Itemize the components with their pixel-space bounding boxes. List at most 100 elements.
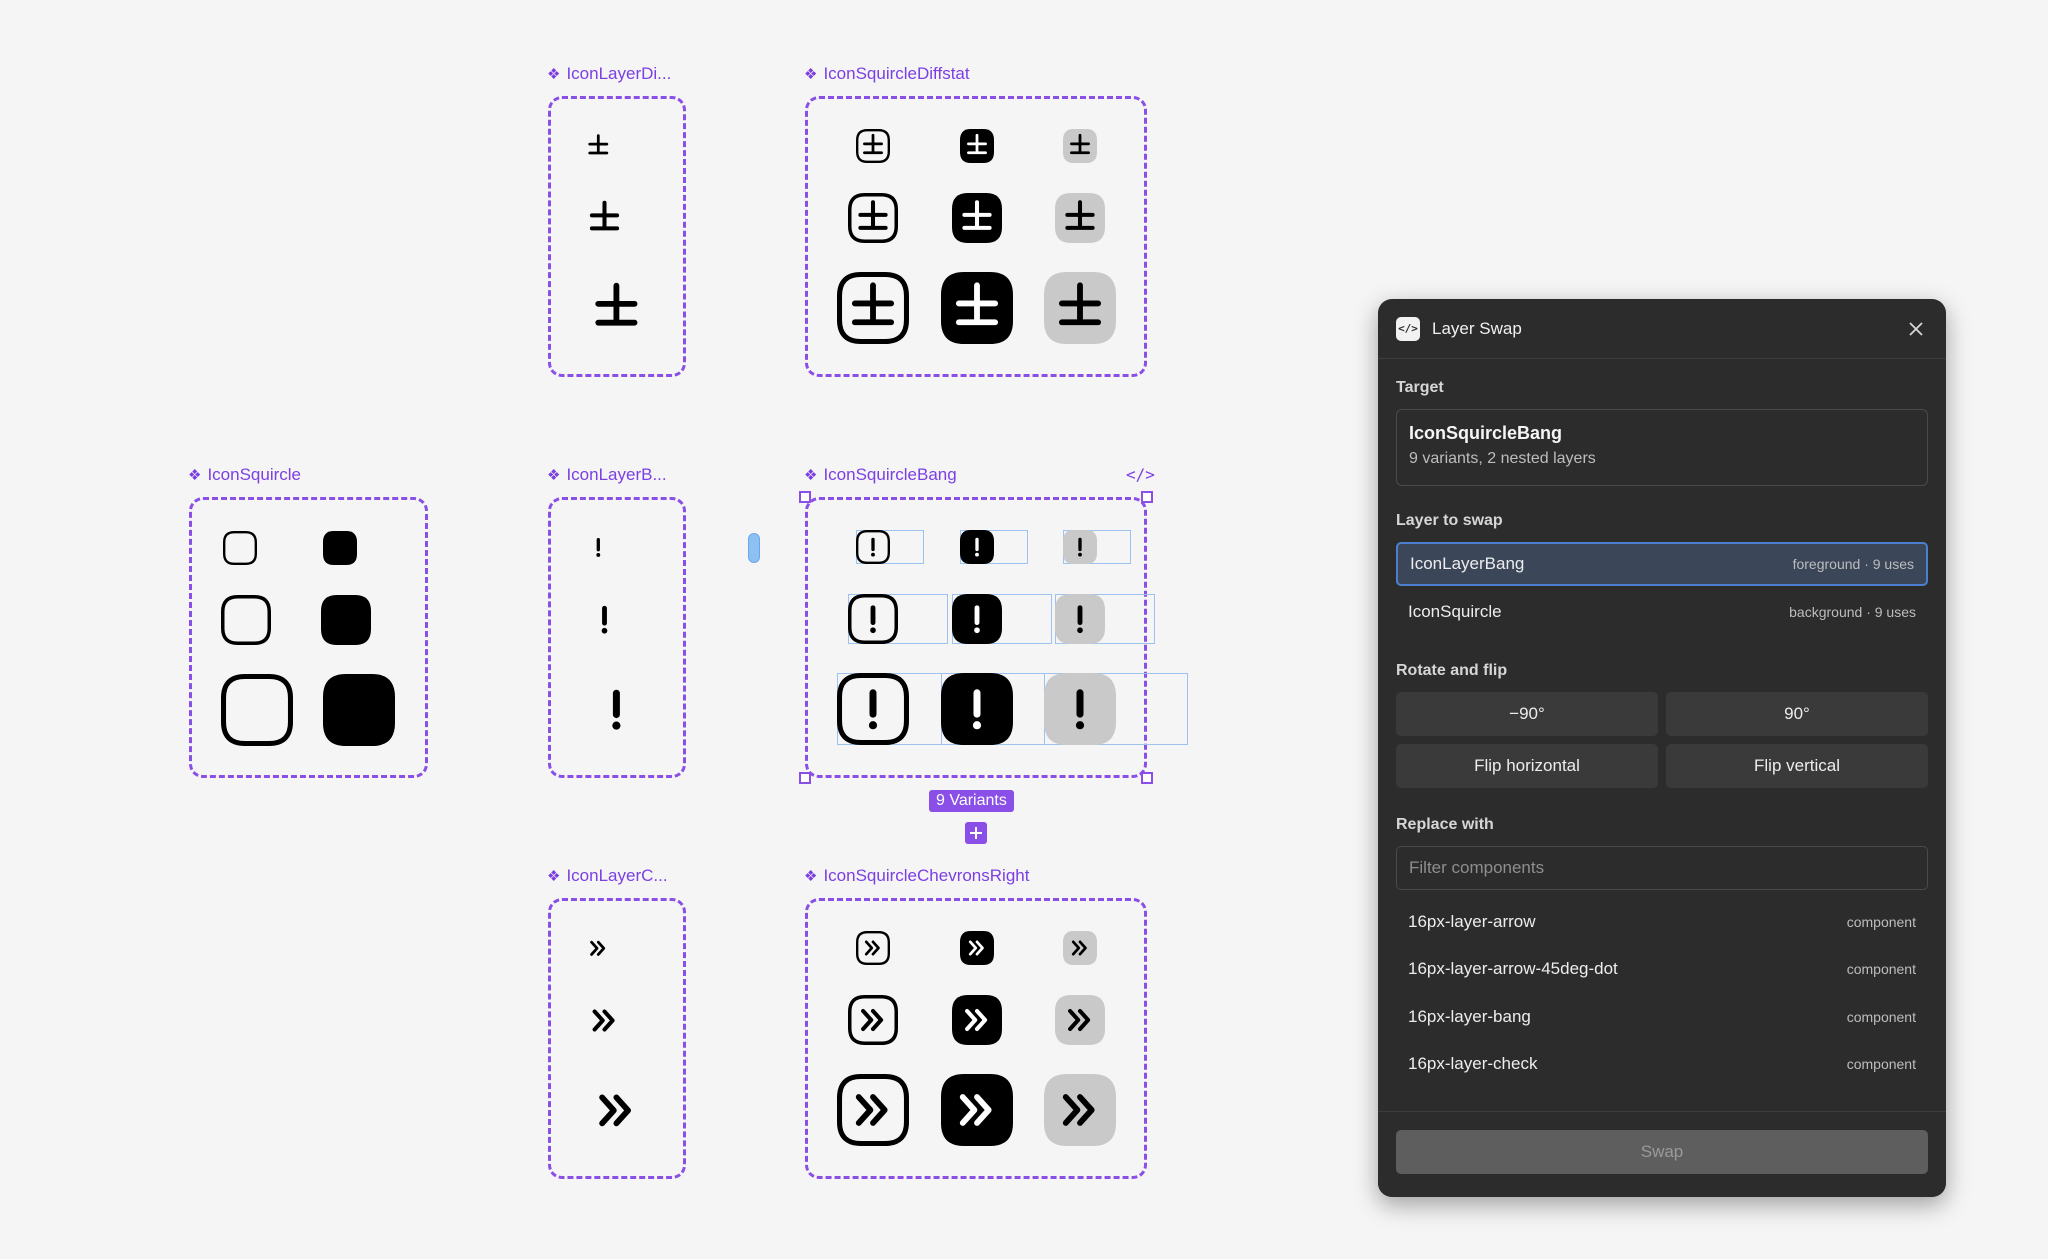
chevrons-right-icon [941,1074,1013,1146]
variants-count-badge: 9 Variants [929,790,1014,812]
layer-option-iconsquircle[interactable]: IconSquircle background · 9 uses [1396,590,1928,634]
component-set-icon: ❖ [547,867,561,885]
layer-section-label: Layer to swap [1396,512,1503,529]
chevrons-right-icon [960,931,994,965]
set-label-squircle-chevrons[interactable]: ❖ IconSquircleChevronsRight [804,866,1029,886]
plus-minus-icon [960,129,994,163]
exclamation-icon [596,537,600,557]
resize-handle-bottom-left[interactable] [799,772,811,784]
chevrons-right-icon [1055,995,1105,1045]
exclamation-icon [601,605,607,634]
resize-handle-top-right[interactable] [1141,491,1153,503]
chevrons-right-icon [592,1008,615,1032]
layer-swap-panel: </> Layer Swap Target IconSquircleBang 9… [1378,299,1946,1197]
plus-minus-icon [1063,129,1097,163]
plus-icon [970,827,982,839]
squircle-solid-icon [323,531,357,565]
component-set-icon: ❖ [188,466,202,484]
component-set-icon: ❖ [804,466,818,484]
squircle-outline-icon [223,531,257,565]
component-set-icon: ❖ [804,65,818,83]
code-view-icon[interactable]: </> [1126,465,1155,484]
drag-cursor-indicator [748,533,760,563]
exclamation-icon [941,673,1013,745]
component-item[interactable]: 16px-layer-arrow-45deg-dot component [1378,946,1946,994]
component-set-icon: ❖ [547,65,561,83]
exclamation-icon [952,594,1002,644]
rotate-minus-90-button[interactable]: −90° [1396,692,1658,736]
chevrons-right-icon [598,1094,631,1126]
plus-minus-icon [941,272,1013,344]
component-item[interactable]: 16px-layer-arrow component [1378,898,1946,946]
exclamation-icon [837,673,909,745]
component-kind: component [1846,913,1916,930]
code-plugin-icon: </> [1396,316,1420,341]
chevrons-right-icon [856,931,890,965]
close-icon [1909,321,1923,336]
exclamation-icon [856,530,890,564]
target-card: IconSquircleBang 9 variants, 2 nested la… [1396,409,1928,486]
component-kind: component [1846,961,1916,978]
squircle-solid-icon [321,595,371,645]
close-button[interactable] [1904,317,1928,341]
set-label-layer-diffstat[interactable]: ❖ IconLayerDi... [547,64,671,84]
swap-button[interactable]: Swap [1396,1130,1928,1174]
component-kind: component [1846,1008,1916,1025]
panel-title: Layer Swap [1432,318,1522,338]
squircle-solid-icon [323,674,395,746]
flip-vertical-button[interactable]: Flip vertical [1666,744,1928,788]
rotate-90-button[interactable]: 90° [1666,692,1928,736]
set-label-squircle-bang[interactable]: ❖ IconSquircleBang [804,465,957,485]
set-label-squircle-diffstat[interactable]: ❖ IconSquircleDiffstat [804,64,970,84]
target-section-label: Target [1396,379,1444,396]
component-list[interactable]: 16px-layer-arrow component 16px-layer-ar… [1378,898,1946,1096]
set-label-layer-chevrons[interactable]: ❖ IconLayerC... [547,866,668,886]
chevrons-right-icon [848,995,898,1045]
set-label-squircle[interactable]: ❖ IconSquircle [188,465,301,485]
chevrons-right-icon [589,940,605,956]
exclamation-icon [611,689,621,730]
component-kind: component [1846,1056,1916,1073]
add-variant-button[interactable] [965,822,987,844]
layer-option-name: IconLayerBang [1410,554,1525,573]
exclamation-icon [848,594,898,644]
resize-handle-bottom-right[interactable] [1141,772,1153,784]
layer-option-meta: background · 9 uses [1789,604,1916,620]
flip-horizontal-button[interactable]: Flip horizontal [1396,744,1658,788]
target-name: IconSquircleBang [1409,423,1563,443]
exclamation-icon [1055,594,1105,644]
squircle-outline-icon [221,674,293,746]
layer-option-iconlayerbang[interactable]: IconLayerBang foreground · 9 uses [1396,542,1928,586]
plus-minus-icon [848,193,898,243]
exclamation-icon [1063,530,1097,564]
component-item[interactable]: 16px-layer-check component [1378,1041,1946,1089]
plus-minus-icon [589,200,619,230]
target-summary: 9 variants, 2 nested layers [1409,450,1596,467]
squircle-outline-icon [221,595,271,645]
plus-minus-icon [1055,193,1105,243]
chevrons-right-icon [837,1074,909,1146]
component-name: 16px-layer-bang [1408,1006,1531,1026]
replace-section-label: Replace with [1396,816,1494,833]
plus-minus-icon [588,133,608,155]
filter-components-input[interactable] [1396,846,1928,890]
chevrons-right-icon [952,995,1002,1045]
layer-option-name: IconSquircle [1408,602,1502,621]
plus-minus-icon [594,282,638,326]
exclamation-icon [960,530,994,564]
chevrons-right-icon [1063,931,1097,965]
component-name: 16px-layer-arrow [1408,911,1536,931]
set-label-layer-bang[interactable]: ❖ IconLayerB... [547,465,667,485]
plus-minus-icon [1044,272,1116,344]
plus-minus-icon [952,193,1002,243]
component-item[interactable]: 16px-layer-bang component [1378,993,1946,1041]
plus-minus-icon [856,129,890,163]
component-set-icon: ❖ [804,867,818,885]
panel-header: </> Layer Swap [1378,299,1946,359]
component-set-icon: ❖ [547,466,561,484]
panel-footer: Swap [1378,1111,1946,1197]
resize-handle-top-left[interactable] [799,491,811,503]
chevrons-right-icon [1044,1074,1116,1146]
rotate-section-label: Rotate and flip [1396,662,1508,679]
component-item[interactable]: 16px-layer-chevrons component [1378,1088,1946,1096]
